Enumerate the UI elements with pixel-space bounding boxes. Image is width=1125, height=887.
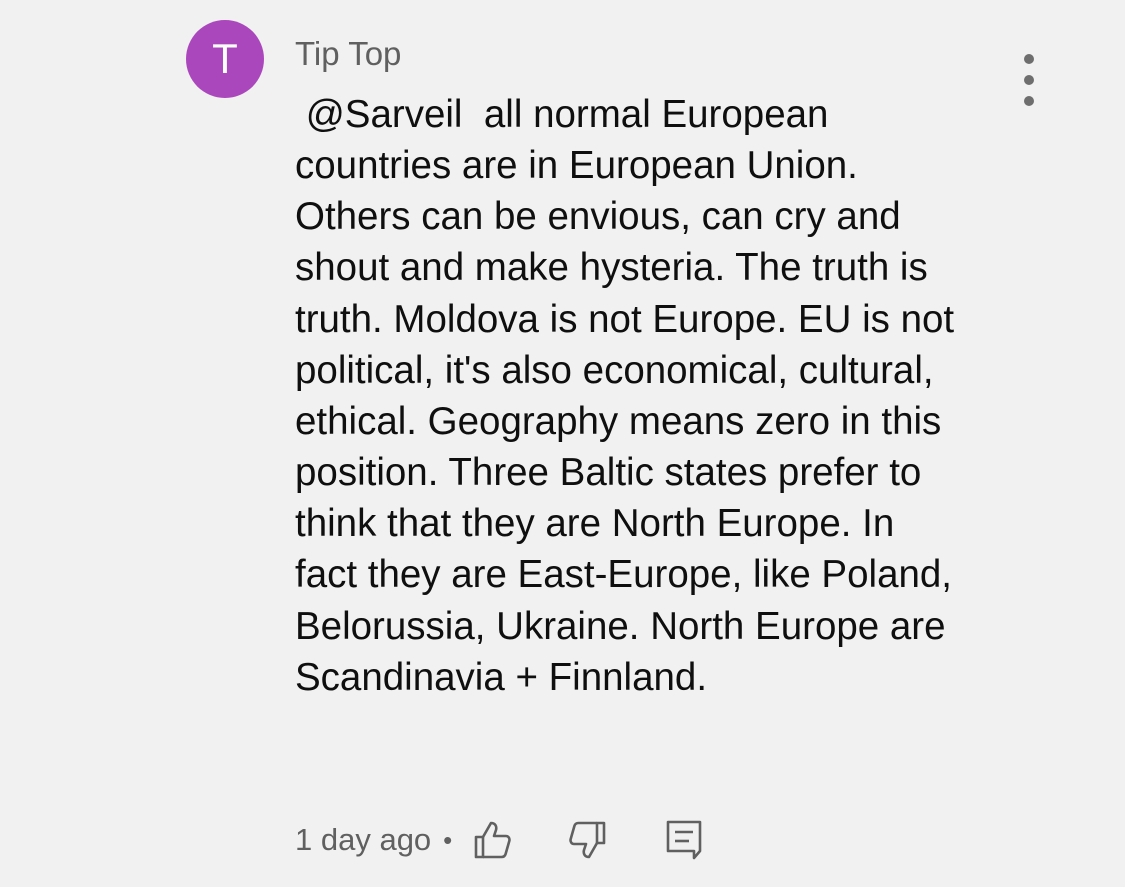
dislike-button[interactable]: [568, 818, 608, 862]
reply-button[interactable]: [664, 818, 704, 862]
avatar-letter: T: [212, 35, 238, 82]
reply-comment-icon: [666, 820, 702, 860]
meta-separator: •: [443, 824, 453, 855]
avatar[interactable]: T: [186, 20, 264, 98]
comment-author[interactable]: Tip Top: [295, 34, 401, 74]
comment-item: T Tip Top @Sarveil all normal European c…: [0, 0, 1125, 887]
thumbs-up-icon: [474, 821, 512, 859]
comment-actions: 1 day ago •: [295, 812, 704, 868]
thumbs-down-icon: [569, 821, 606, 859]
comment-timestamp: 1 day ago: [295, 822, 432, 857]
more-vertical-icon-dot: [1024, 75, 1034, 85]
more-options-button[interactable]: [1010, 52, 1048, 108]
comment-text: @Sarveil all normal European countries a…: [295, 93, 965, 699]
more-vertical-icon-dot: [1024, 96, 1034, 106]
more-vertical-icon: [1024, 54, 1034, 64]
like-button[interactable]: [472, 818, 512, 862]
